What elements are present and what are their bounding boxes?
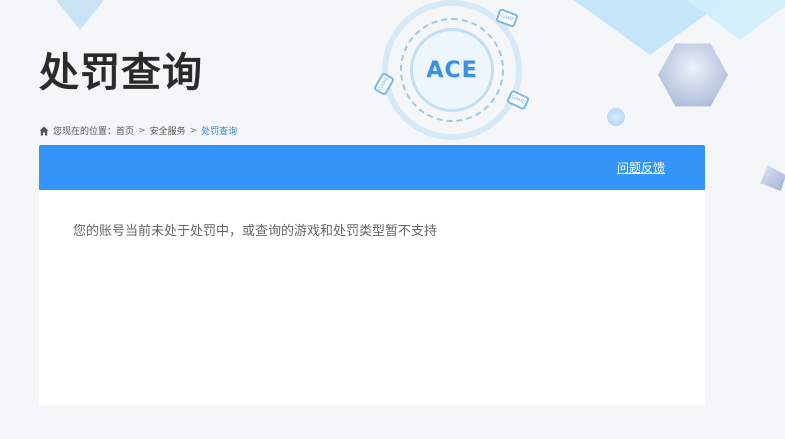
breadcrumb-home-link[interactable]: 首页 [116,124,134,137]
result-panel: 问题反馈 您的账号当前未处于处罚中，或查询的游戏和处罚类型暂不支持 [39,145,705,405]
decor-triangle-right [560,0,740,55]
feedback-link[interactable]: 问题反馈 [617,159,665,176]
page-title: 处罚查询 [39,50,203,96]
breadcrumb-prefix: 您现在的位置： [53,127,117,137]
panel-body: 您的账号当前未处于处罚中，或查询的游戏和处罚类型暂不支持 [39,190,705,269]
logo-text: ACE [426,57,478,83]
decor-triangle-right-light [680,0,785,40]
page: ACE GAME GAME GAME 处罚查询 您现在的位置： 首页 > 安全服… [0,0,785,439]
ace-logo: ACE GAME GAME GAME [372,0,542,145]
panel-header: 问题反馈 [39,145,705,190]
result-message: 您的账号当前未处于处罚中，或查询的游戏和处罚类型暂不支持 [73,224,438,239]
breadcrumb-separator: > [189,125,198,136]
character-portrait-image [658,43,728,107]
home-icon [39,126,49,135]
breadcrumb-security-service-link[interactable]: 安全服务 [150,124,186,137]
decor-dot [607,108,625,126]
breadcrumb: 您现在的位置： 首页 > 安全服务 > 处罚查询 [39,124,237,137]
breadcrumb-current: 处罚查询 [201,127,238,137]
decor-shard [760,165,785,191]
decor-triangle-left [40,0,120,30]
breadcrumb-separator: > [138,125,146,136]
